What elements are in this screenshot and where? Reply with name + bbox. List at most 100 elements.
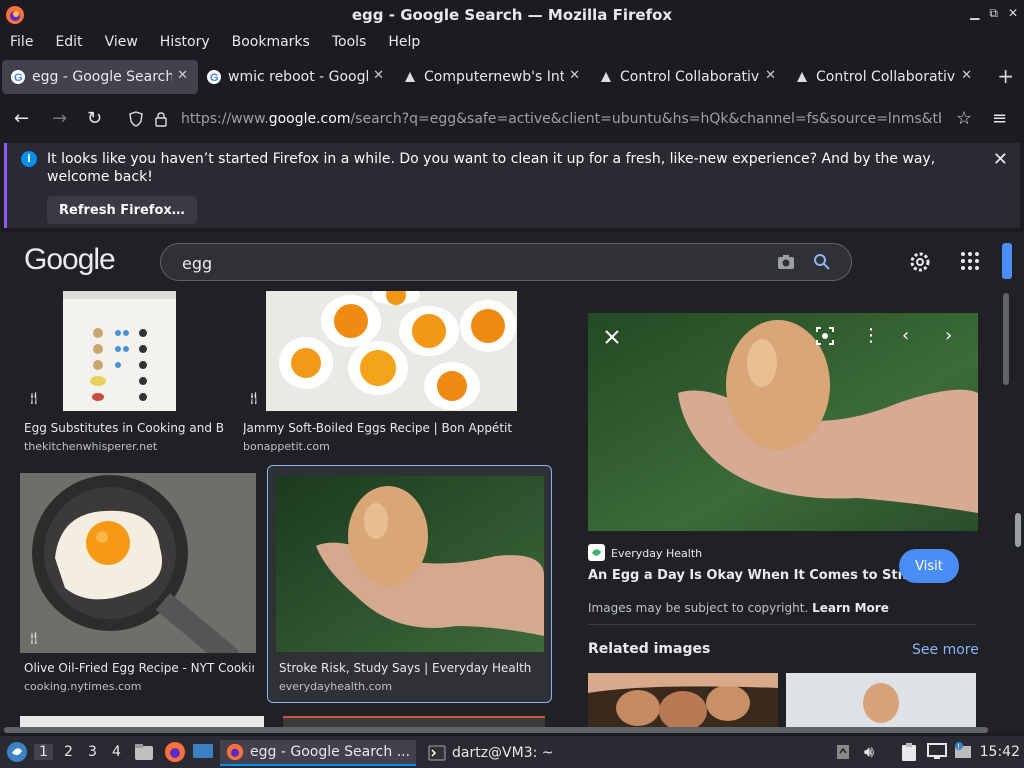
workspace-1[interactable]: 1 [34, 744, 53, 760]
recipe-icon: 🍴︎ [26, 631, 42, 645]
display-icon[interactable] [927, 743, 947, 759]
result-card[interactable]: 🍴︎ Olive Oil-Fried Egg Recipe - NYT Cook… [20, 473, 256, 703]
site-icon [797, 72, 807, 82]
close-preview-icon[interactable] [604, 329, 620, 345]
related-image-1[interactable] [588, 673, 778, 733]
image-results: 🍴︎ Egg Substitutes in Cooking and B... t… [0, 291, 560, 733]
tab-label: wmic reboot - Google [228, 69, 368, 85]
search-box[interactable]: egg [160, 243, 852, 281]
start-menu-icon[interactable] [6, 741, 28, 763]
close-tab-icon[interactable]: ✕ [961, 68, 972, 83]
refresh-notification-bar: i It looks like you haven’t started Fire… [4, 143, 1020, 228]
menu-file[interactable]: File [10, 34, 33, 50]
volume-icon[interactable]: 🔊︎ [864, 742, 874, 762]
reload-icon[interactable]: ↻ [87, 108, 102, 129]
menu-bar: File Edit View History Bookmarks Tools H… [0, 30, 1024, 54]
related-images-heading: Related images [588, 641, 711, 657]
desktop-icon[interactable] [192, 742, 214, 762]
previous-image-icon[interactable]: ‹ [902, 325, 909, 346]
window-title: egg - Google Search — Mozilla Firefox [351, 6, 673, 24]
panel-scrollbar-thumb[interactable] [1003, 293, 1009, 385]
workspace-2[interactable]: 2 [64, 744, 73, 760]
close-tab-icon[interactable]: ✕ [373, 68, 384, 83]
taskbar-terminal-label: dartz@VM3: ~ [452, 745, 554, 761]
window-titlebar: egg - Google Search — Mozilla Firefox ▁ … [0, 0, 1024, 30]
close-tab-icon[interactable]: ✕ [765, 68, 776, 83]
terminal-icon [428, 745, 446, 761]
image-preview-panel: ⋮ ‹ › Everyday Health An Egg a Day Is Ok… [570, 291, 1008, 733]
taskbar-firefox-window[interactable]: egg - Google Search ... [220, 740, 416, 766]
lock-icon[interactable] [154, 111, 168, 127]
search-input[interactable]: egg [182, 254, 212, 273]
result-card[interactable]: 🍴︎ Egg Substitutes in Cooking and B... t… [20, 291, 230, 461]
clipboard-icon[interactable] [900, 742, 918, 762]
updates-icon[interactable] [836, 744, 850, 760]
result-thumbnail-egg-in-hand[interactable] [276, 476, 544, 652]
result-thumbnail-jammy-eggs[interactable] [266, 291, 517, 411]
info-icon: i [21, 151, 37, 167]
horizontal-scrollbar[interactable] [4, 727, 988, 733]
close-tab-icon[interactable]: ✕ [177, 68, 188, 83]
google-icon: G [11, 70, 25, 84]
network-icon[interactable]: ! [953, 742, 973, 760]
back-icon[interactable]: ← [14, 108, 29, 129]
hamburger-menu-icon[interactable]: ≡ [992, 108, 1007, 129]
preview-image[interactable] [588, 313, 978, 531]
menu-bookmarks[interactable]: Bookmarks [232, 34, 310, 50]
new-tab-icon[interactable]: + [997, 64, 1014, 88]
minimize-icon[interactable]: ▁ [970, 6, 979, 21]
menu-help[interactable]: Help [388, 34, 420, 50]
google-logo[interactable]: Google [24, 243, 116, 277]
tab-control-collaborative-1[interactable]: Control Collaborative ✕ [590, 60, 786, 94]
search-icon[interactable] [813, 253, 831, 271]
firefox-icon [226, 743, 244, 761]
nav-bar: ← → ↻ https://www.google.com/search?q=eg… [0, 98, 1024, 140]
page-scrollbar-thumb[interactable] [1015, 513, 1021, 547]
see-more-link[interactable]: See more [912, 642, 979, 658]
url-bar[interactable]: https://www.google.com/search?q=egg&safe… [119, 102, 980, 136]
taskbar-firefox-label: egg - Google Search ... [250, 744, 411, 760]
more-options-icon[interactable]: ⋮ [862, 325, 880, 346]
result-thumbnail-egg-substitutes[interactable] [63, 291, 176, 411]
close-notification-icon[interactable]: ✕ [993, 149, 1008, 170]
shield-icon[interactable] [128, 111, 144, 127]
firefox-launcher-icon[interactable] [164, 741, 186, 763]
taskbar-terminal-window[interactable]: dartz@VM3: ~ [426, 740, 554, 766]
taskbar: 1 2 3 4 egg - Google Search ... dartz@VM… [0, 736, 1024, 768]
apps-grid-icon[interactable] [960, 251, 980, 271]
result-card[interactable]: 🍴︎ Jammy Soft-Boiled Eggs Recipe | Bon A… [240, 291, 550, 461]
file-manager-icon[interactable] [134, 742, 154, 762]
visit-button[interactable]: Visit [899, 549, 959, 583]
preview-title[interactable]: An Egg a Day Is Okay When It Comes to St… [588, 568, 917, 583]
preview-site-name[interactable]: Everyday Health [611, 547, 702, 560]
workspace-3[interactable]: 3 [88, 744, 97, 760]
settings-gear-icon[interactable] [908, 250, 932, 274]
forward-icon[interactable]: → [52, 108, 67, 129]
tab-control-collaborative-2[interactable]: Control Collaborative ✕ [786, 60, 982, 94]
menu-tools[interactable]: Tools [332, 34, 367, 50]
bookmark-star-icon[interactable]: ☆ [956, 108, 972, 129]
close-window-icon[interactable]: ✕ [1008, 6, 1018, 21]
url-text[interactable]: https://www.google.com/search?q=egg&safe… [181, 111, 941, 127]
lens-search-icon[interactable] [816, 327, 834, 345]
next-image-icon[interactable]: › [945, 325, 952, 346]
restore-icon[interactable]: ⧉ [989, 6, 998, 21]
site-icon [601, 72, 611, 82]
result-thumbnail-fried-egg[interactable] [20, 473, 256, 653]
related-image-2[interactable] [786, 673, 976, 733]
camera-icon[interactable] [776, 253, 796, 271]
learn-more-link[interactable]: Learn More [812, 601, 889, 615]
tab-egg-google-search[interactable]: G egg - Google Search ✕ [2, 60, 198, 94]
workspace-4[interactable]: 4 [112, 744, 121, 760]
refresh-firefox-button[interactable]: Refresh Firefox… [47, 196, 197, 224]
account-button-edge[interactable] [1002, 243, 1012, 279]
result-caption: Stroke Risk, Study Says | Everyday Healt… [279, 661, 532, 675]
result-card-selected[interactable]: Stroke Risk, Study Says | Everyday Healt… [267, 465, 552, 703]
menu-edit[interactable]: Edit [55, 34, 82, 50]
menu-view[interactable]: View [105, 34, 138, 50]
tab-wmic-reboot[interactable]: G wmic reboot - Google ✕ [198, 60, 394, 94]
menu-history[interactable]: History [160, 34, 210, 50]
tab-computernewb[interactable]: Computernewb's Inte ✕ [394, 60, 590, 94]
url-host: google.com [268, 111, 351, 127]
close-tab-icon[interactable]: ✕ [569, 68, 580, 83]
